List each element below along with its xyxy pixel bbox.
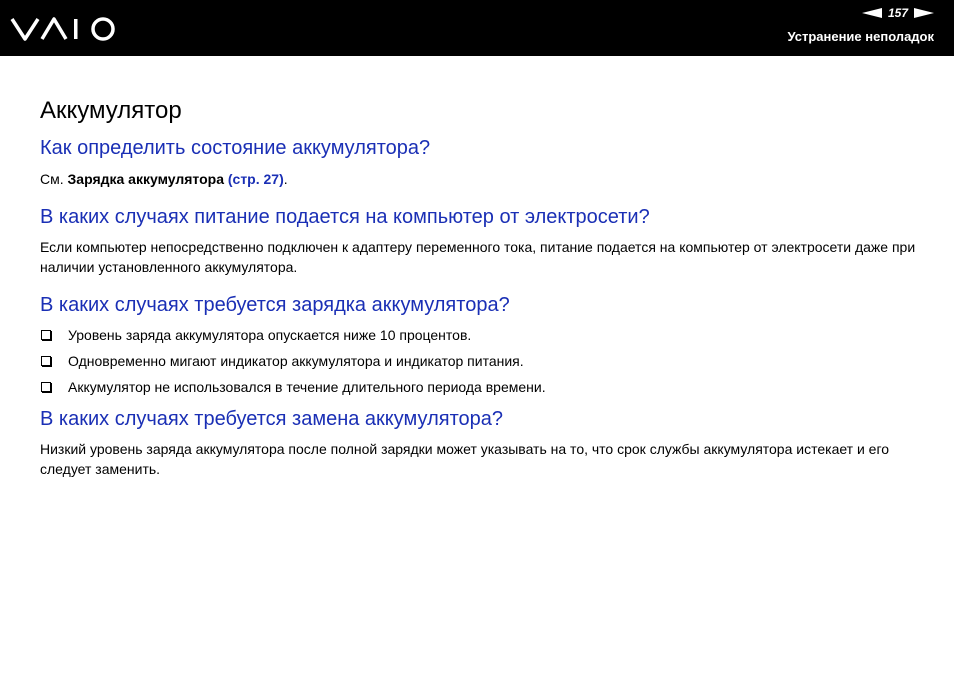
section-title: Устранение неполадок — [787, 29, 934, 44]
answer-mains-power: Если компьютер непосредственно подключен… — [40, 239, 916, 275]
answer-suffix: . — [283, 171, 288, 187]
question-replacement-needed: В каких случаях требуется замена аккумул… — [40, 408, 504, 430]
list-item: Аккумулятор не использовался в течение д… — [40, 377, 920, 397]
page-title: Аккумулятор — [40, 97, 182, 124]
question-charging-needed: В каких случаях требуется зарядка аккуму… — [40, 294, 510, 316]
vaio-logo — [10, 17, 115, 41]
checkbox-bullet-icon — [41, 382, 51, 392]
question-mains-power: В каких случаях питание подается на комп… — [40, 206, 650, 228]
answer-prefix: См. — [40, 171, 68, 187]
answer-replacement-needed: Низкий уровень заряда аккумулятора после… — [40, 441, 890, 477]
charging-reasons-list: Уровень заряда аккумулятора опускается н… — [40, 325, 920, 397]
page-header: 157 Устранение неполадок — [0, 0, 954, 56]
list-item: Уровень заряда аккумулятора опускается н… — [40, 325, 920, 345]
list-item: Одновременно мигают индикатор аккумулято… — [40, 351, 920, 371]
list-item-text: Аккумулятор не использовался в течение д… — [68, 379, 546, 395]
list-item-text: Одновременно мигают индикатор аккумулято… — [68, 353, 524, 369]
list-item-text: Уровень заряда аккумулятора опускается н… — [68, 327, 472, 343]
page-number: 157 — [887, 6, 908, 20]
question-battery-status: Как определить состояние аккумулятора? — [40, 137, 431, 159]
page-reference-link[interactable]: (стр. 27) — [228, 171, 284, 187]
checkbox-bullet-icon — [41, 356, 51, 366]
previous-page-arrow-icon[interactable] — [861, 8, 882, 18]
next-page-arrow-icon[interactable] — [914, 8, 934, 18]
page-navigation: 157 — [861, 6, 934, 20]
page-content: Аккумулятор Как определить состояние акк… — [40, 96, 920, 479]
reference-title: Зарядка аккумулятора — [67, 171, 224, 187]
checkbox-bullet-icon — [41, 330, 51, 340]
answer-battery-status: См. Зарядка аккумулятора (стр. 27). — [40, 169, 920, 189]
